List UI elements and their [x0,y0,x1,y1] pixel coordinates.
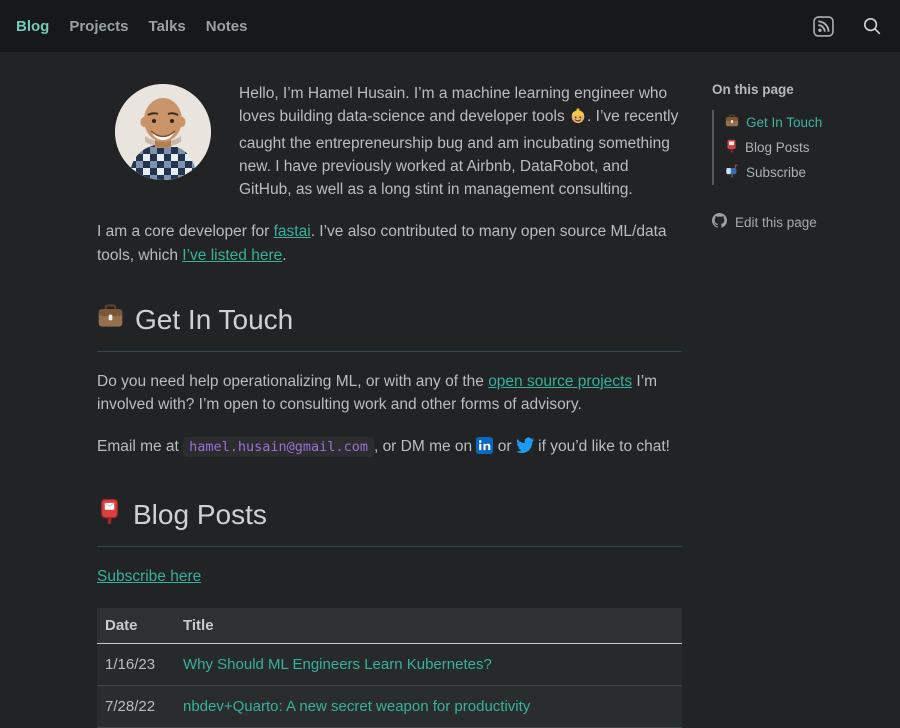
edit-this-page-label: Edit this page [735,215,817,230]
nav-item-talks[interactable]: Talks [149,18,186,35]
rss-icon[interactable] [813,16,834,37]
consulting-text-1: Do you need help operationalizing ML, or… [97,373,488,390]
email-text-3: or [493,438,515,455]
table-row: 1/16/23 Why Should ML Engineers Learn Ku… [97,643,682,685]
search-icon[interactable] [862,16,882,36]
listed-here-link[interactable]: I’ve listed here [182,247,282,264]
briefcase-icon [97,303,124,337]
column-header-date: Date [97,608,175,644]
avatar [115,84,211,180]
fastai-link[interactable]: fastai [274,223,311,240]
post-date: 7/28/22 [97,685,175,727]
column-header-title: Title [175,608,682,644]
core-dev-paragraph: I am a core developer for fastai. I’ve a… [97,220,682,267]
toc-sidebar: On this page Get In Touch Blog Posts Sub… [712,82,892,728]
toc-list: Get In Touch Blog Posts Subscribe [712,110,892,185]
blog-posts-heading: Blog Posts [97,498,682,547]
blog-posts-title: Blog Posts [133,499,267,531]
toc-item-blog-posts[interactable]: Blog Posts [714,135,892,160]
email-text-4: if you’d like to chat! [534,438,670,455]
email-text-1: Email me at [97,438,183,455]
github-icon [712,213,727,231]
nav-item-projects[interactable]: Projects [69,18,128,35]
get-in-touch-heading: Get In Touch [97,303,682,352]
open-source-projects-link[interactable]: open source projects [488,373,632,390]
table-header-row: Date Title [97,608,682,644]
email-address[interactable]: hamel.husain@gmail.com [183,437,374,457]
intro-block: Hello, I’m Hamel Husain. I’m a machine l… [97,82,682,201]
subscribe-here-link[interactable]: Subscribe here [97,568,201,585]
toc-item-label: Subscribe [746,165,806,180]
nav-item-blog[interactable]: Blog [16,18,49,35]
post-date: 1/16/23 [97,643,175,685]
twitter-icon[interactable] [516,436,534,461]
toc-item-get-in-touch[interactable]: Get In Touch [714,110,892,135]
toc-item-label: Blog Posts [745,140,810,155]
briefcase-icon [725,114,739,131]
get-in-touch-title: Get In Touch [135,304,293,336]
post-title-link[interactable]: Why Should ML Engineers Learn Kubernetes… [183,656,492,673]
toc-title: On this page [712,82,892,97]
navbar: Blog Projects Talks Notes [0,0,900,52]
blog-posts-table: Date Title 1/16/23 Why Should ML Enginee… [97,608,682,728]
postbox-icon [97,498,122,532]
toc-item-label: Get In Touch [746,115,822,130]
linkedin-icon[interactable] [476,437,493,461]
edit-this-page[interactable]: Edit this page [712,213,892,231]
consulting-paragraph: Do you need help operationalizing ML, or… [97,370,682,417]
post-title-link[interactable]: nbdev+Quarto: A new secret weapon for pr… [183,698,530,715]
nav-item-notes[interactable]: Notes [206,18,248,35]
email-paragraph: Email me at hamel.husain@gmail.com, or D… [97,435,682,461]
main-content: Hello, I’m Hamel Husain. I’m a machine l… [97,82,682,728]
postbox-icon [725,139,738,156]
table-row: 7/28/22 nbdev+Quarto: A new secret weapo… [97,685,682,727]
mailbox-icon [725,164,739,181]
core-dev-text-3: . [282,247,286,264]
email-text-2: , or DM me on [374,438,477,455]
core-dev-text-1: I am a core developer for [97,223,274,240]
construction-worker-emoji [569,106,587,131]
subscribe-paragraph: Subscribe here [97,565,682,588]
toc-item-subscribe[interactable]: Subscribe [714,160,892,185]
nav-items: Blog Projects Talks Notes [16,18,247,35]
